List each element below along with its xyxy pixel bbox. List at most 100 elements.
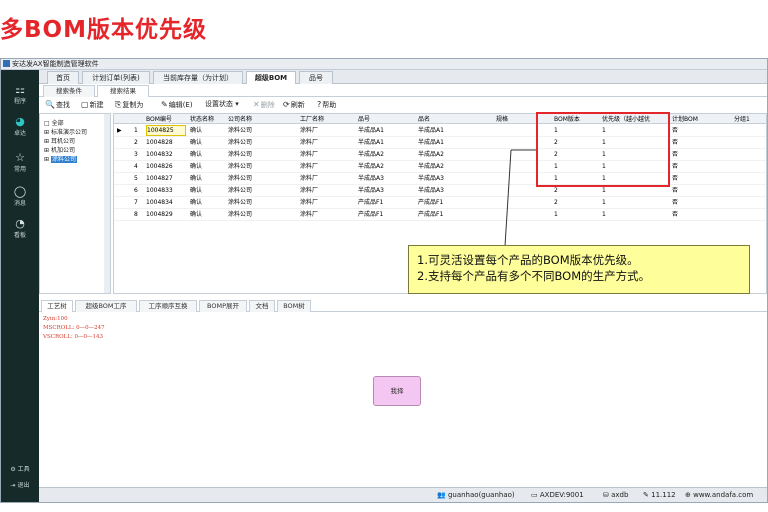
tab-search-results[interactable]: 搜索结果: [97, 85, 149, 97]
status-website[interactable]: ⊕ www.andafa.com: [685, 488, 753, 502]
table-cell-item[interactable]: 产成品F1: [358, 209, 416, 220]
nav-item-dashboard[interactable]: ◔ 看板: [1, 218, 39, 240]
table-cell-company[interactable]: 涂料公司: [228, 149, 298, 160]
tab-planned-orders[interactable]: 计划订单(列表): [82, 71, 150, 84]
table-cell-item[interactable]: 半成品A2: [358, 161, 416, 172]
table-cell-company[interactable]: 涂料公司: [228, 137, 298, 148]
tree-item-all[interactable]: □ 全部: [44, 118, 64, 127]
table-cell-factory[interactable]: 涂料厂: [300, 173, 356, 184]
table-cell-name[interactable]: 产成品F1: [418, 197, 494, 208]
table-cell-company[interactable]: 涂料公司: [228, 161, 298, 172]
column-header[interactable]: 工厂名称: [300, 114, 356, 125]
table-cell-item[interactable]: 产成品F1: [358, 197, 416, 208]
expand-icon[interactable]: ⊞: [44, 156, 49, 163]
find-button[interactable]: 🔍查找: [45, 98, 70, 112]
table-cell-factory[interactable]: 涂料厂: [300, 137, 356, 148]
table-cell-name[interactable]: 半成品A3: [418, 185, 494, 196]
table-cell-factory[interactable]: 涂料厂: [300, 125, 356, 136]
table-cell-plan[interactable]: 否: [672, 173, 732, 184]
table-cell-plan[interactable]: 否: [672, 161, 732, 172]
table-cell-factory[interactable]: 涂料厂: [300, 161, 356, 172]
table-cell-code[interactable]: 1004833: [146, 185, 186, 196]
refresh-button[interactable]: ⟳刷新: [283, 98, 305, 112]
select-button[interactable]: 我择: [373, 376, 421, 406]
table-cell-plan[interactable]: 否: [672, 209, 732, 220]
table-cell-item[interactable]: 半成品A1: [358, 137, 416, 148]
nav-item-favorites[interactable]: ☆ 常用: [1, 152, 39, 174]
table-cell-priority[interactable]: 1: [602, 197, 670, 208]
table-cell-version[interactable]: 1: [554, 209, 600, 220]
column-header[interactable]: 状态名称: [190, 114, 226, 125]
table-cell-priority[interactable]: 1: [602, 209, 670, 220]
table-cell-group[interactable]: [734, 185, 768, 196]
table-cell-factory[interactable]: 涂料厂: [300, 209, 356, 220]
tree-item-demo-company[interactable]: ⊞ 标准演示公司: [44, 127, 87, 136]
table-cell-company[interactable]: 涂料公司: [228, 125, 298, 136]
table-cell-status[interactable]: 确认: [190, 173, 226, 184]
tab-process-tree[interactable]: 工艺树: [41, 300, 73, 312]
copy-as-button[interactable]: ⎘复制为: [115, 98, 143, 112]
delete-button[interactable]: ✕删除: [253, 98, 275, 112]
column-header[interactable]: 计划BOM: [672, 114, 732, 125]
help-button[interactable]: ?帮助: [317, 98, 336, 112]
table-row[interactable]: 7 1004834 确认 涂料公司 涂料厂 产成品F1 产成品F1 2 1 否: [114, 197, 766, 209]
column-header[interactable]: 品名: [418, 114, 494, 125]
new-button[interactable]: ▢新建: [81, 98, 104, 112]
table-cell-plan[interactable]: 否: [672, 149, 732, 160]
tab-home[interactable]: 首页: [47, 71, 79, 84]
table-cell-status[interactable]: 确认: [190, 209, 226, 220]
table-cell-item[interactable]: 半成品A3: [358, 173, 416, 184]
tree-item-coating-company[interactable]: ⊞ 涂料公司: [44, 154, 77, 163]
table-cell-status[interactable]: 确认: [190, 137, 226, 148]
table-cell-status[interactable]: 确认: [190, 149, 226, 160]
table-cell-plan[interactable]: 否: [672, 137, 732, 148]
table-cell-status[interactable]: 确认: [190, 125, 226, 136]
table-cell-code[interactable]: 1004825: [146, 125, 186, 136]
table-cell-item[interactable]: 半成品A1: [358, 125, 416, 136]
table-cell-group[interactable]: [734, 137, 768, 148]
table-cell-group[interactable]: [734, 161, 768, 172]
tab-process-order-swap[interactable]: 工序顺序互换: [139, 300, 197, 312]
tree-item-headphone-company[interactable]: ⊞ 耳机公司: [44, 136, 75, 145]
table-cell-status[interactable]: 确认: [190, 161, 226, 172]
table-cell-group[interactable]: [734, 125, 768, 136]
table-cell-group[interactable]: [734, 173, 768, 184]
column-header[interactable]: 公司名称: [228, 114, 298, 125]
tab-current-stock[interactable]: 当前库存量（为计划）: [153, 71, 243, 84]
table-cell-name[interactable]: 半成品A1: [418, 137, 494, 148]
table-cell-code[interactable]: 1004832: [146, 149, 186, 160]
tree-scrollbar[interactable]: [104, 114, 110, 293]
table-cell-company[interactable]: 涂料公司: [228, 173, 298, 184]
table-cell-plan[interactable]: 否: [672, 185, 732, 196]
table-cell-item[interactable]: 半成品A3: [358, 185, 416, 196]
nav-item-tools[interactable]: ⚙ 工具: [1, 464, 39, 473]
tab-bomp-expand[interactable]: BOMP展开: [199, 300, 247, 312]
table-cell-code[interactable]: 1004827: [146, 173, 186, 184]
nav-item-home[interactable]: ◕ 卓达: [1, 116, 39, 138]
table-cell-status[interactable]: 确认: [190, 197, 226, 208]
table-cell-name[interactable]: 半成品A2: [418, 149, 494, 160]
table-cell-company[interactable]: 涂料公司: [228, 209, 298, 220]
tab-bom-tree[interactable]: BOM树: [277, 300, 311, 312]
table-cell-name[interactable]: 半成品A2: [418, 161, 494, 172]
tab-search-criteria[interactable]: 搜索条件: [43, 85, 95, 97]
table-cell-code[interactable]: 1004826: [146, 161, 186, 172]
table-cell-version[interactable]: 2: [554, 197, 600, 208]
table-cell-factory[interactable]: 涂料厂: [300, 149, 356, 160]
table-cell-plan[interactable]: 否: [672, 197, 732, 208]
nav-item-exit[interactable]: ⇥ 退出: [1, 480, 39, 489]
table-cell-name[interactable]: 半成品A3: [418, 173, 494, 184]
expand-icon[interactable]: ⊞: [44, 138, 49, 145]
table-cell-group[interactable]: [734, 197, 768, 208]
table-cell-code[interactable]: 1004828: [146, 137, 186, 148]
tab-item-number[interactable]: 品号: [299, 71, 333, 84]
nav-item-programs[interactable]: ⚏ 程序: [1, 84, 39, 106]
table-cell-status[interactable]: 确认: [190, 185, 226, 196]
edit-button[interactable]: ✎编辑(E): [161, 98, 193, 112]
nav-item-messages[interactable]: ◯ 消息: [1, 186, 39, 208]
table-cell-factory[interactable]: 涂料厂: [300, 185, 356, 196]
table-cell-item[interactable]: 半成品A2: [358, 149, 416, 160]
set-status-dropdown[interactable]: 设置状态 ▾: [205, 98, 239, 111]
table-cell-company[interactable]: 涂料公司: [228, 197, 298, 208]
table-cell-name[interactable]: 半成品A1: [418, 125, 494, 136]
